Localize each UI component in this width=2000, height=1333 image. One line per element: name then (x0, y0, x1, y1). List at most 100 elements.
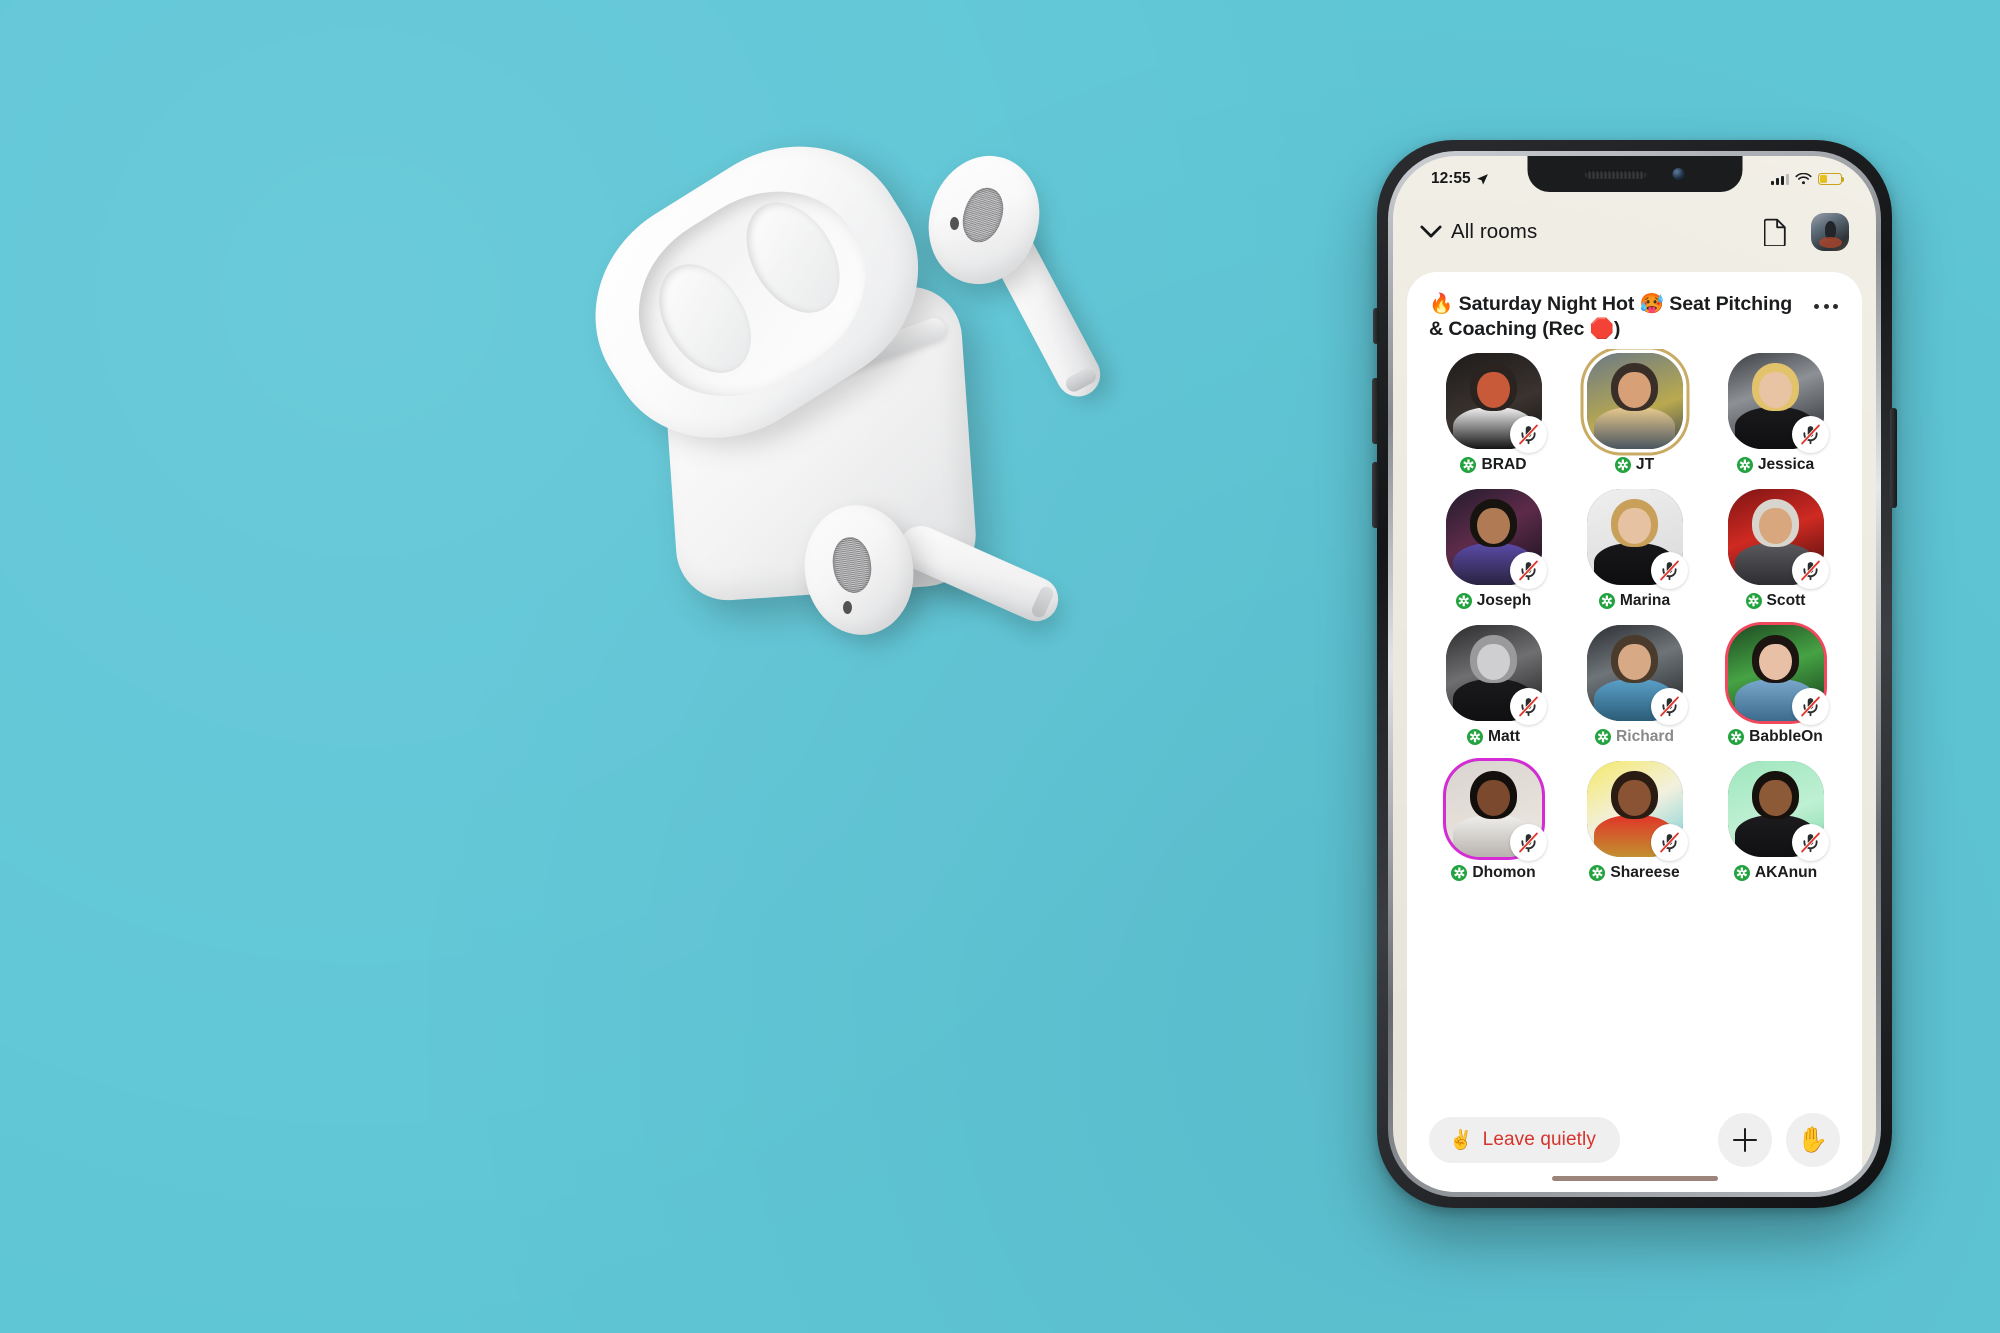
earbud-sensor-dot (950, 217, 959, 230)
mic-muted-icon (1509, 552, 1547, 590)
airpod-earbud-right (912, 141, 1180, 425)
status-bar-right (1771, 172, 1845, 186)
participant-name-row: ✲ Richard (1594, 728, 1674, 746)
iphone-device: 12:55 All rooms 🔥 Saturday Night Hot 🥵 S… (1372, 140, 1897, 1208)
earbud-stem (984, 224, 1108, 405)
status-bar-left: 12:55 (1431, 170, 1489, 188)
participant-cell[interactable]: ✲ BabbleOn (1705, 625, 1846, 746)
participant-avatar-wrap (1586, 625, 1688, 726)
raise-hand-button[interactable]: ✋ (1786, 1113, 1840, 1167)
participant-avatar-wrap (1727, 761, 1829, 862)
mic-muted-icon (1509, 824, 1547, 862)
participant-avatar-wrap (1445, 489, 1547, 590)
participant-name-row: ✲ Dhomon (1451, 864, 1536, 882)
green-star-badge-icon: ✲ (1589, 865, 1606, 882)
participant-cell[interactable]: ✲ Matt (1423, 625, 1564, 746)
participant-cell[interactable]: ✲ BRAD (1423, 353, 1564, 474)
mic-muted-icon (1650, 824, 1688, 862)
participant-name-row: ✲ Joseph (1455, 592, 1531, 610)
participant-name: Jessica (1757, 456, 1815, 474)
home-indicator[interactable] (1551, 1175, 1718, 1181)
participant-cell[interactable]: ✲ Scott (1705, 489, 1846, 610)
phone-chassis: 12:55 All rooms 🔥 Saturday Night Hot 🥵 S… (1388, 151, 1881, 1197)
earpiece-speaker (1584, 169, 1647, 179)
invite-add-button[interactable] (1718, 1113, 1772, 1167)
ellipsis-dot (1814, 304, 1819, 309)
room-card: 🔥 Saturday Night Hot 🥵 Seat Pitching & C… (1407, 272, 1862, 1192)
participant-name: AKAnun (1754, 864, 1818, 882)
participant-name-row: ✲ Marina (1598, 592, 1670, 610)
mic-muted-icon (1791, 688, 1829, 726)
mic-muted-icon (1791, 416, 1829, 454)
green-star-badge-icon: ✲ (1745, 593, 1762, 610)
participant-cell[interactable]: ✲ Shareese (1564, 761, 1705, 882)
wifi-icon (1795, 172, 1812, 184)
participant-cell[interactable]: ✲ JT (1564, 353, 1705, 474)
battery-low-power-icon (1818, 173, 1845, 185)
app-nav-bar: All rooms (1393, 196, 1876, 268)
document-icon[interactable] (1764, 218, 1787, 246)
all-rooms-back-button[interactable]: All rooms (1420, 220, 1537, 244)
green-star-badge-icon: ✲ (1455, 593, 1472, 610)
all-rooms-label: All rooms (1451, 220, 1538, 243)
participant-cell[interactable]: ✲ Richard (1564, 625, 1705, 746)
participant-cell[interactable]: ✲ Marina (1564, 489, 1705, 610)
ellipsis-dot (1833, 304, 1838, 309)
room-more-button[interactable] (1812, 298, 1840, 315)
cellular-signal-icon (1771, 173, 1789, 185)
mic-muted-icon (1650, 688, 1688, 726)
chevron-down-icon (1420, 225, 1442, 238)
status-time: 12:55 (1431, 170, 1471, 187)
participant-cell[interactable]: ✲ Dhomon (1423, 761, 1564, 882)
silent-switch[interactable] (1373, 308, 1379, 344)
mic-muted-icon (1791, 552, 1829, 590)
volume-down-button[interactable] (1372, 462, 1379, 528)
participant-name: BabbleOn (1749, 728, 1823, 746)
participant-cell[interactable]: ✲ Jessica (1705, 353, 1846, 474)
location-arrow-icon (1476, 173, 1488, 185)
participant-name: JT (1635, 456, 1655, 474)
phone-screen: 12:55 All rooms 🔥 Saturday Night Hot 🥵 S… (1393, 156, 1876, 1192)
participant-name-row: ✲ Jessica (1736, 456, 1815, 474)
participant-cell[interactable]: ✲ AKAnun (1705, 761, 1846, 882)
volume-up-button[interactable] (1372, 378, 1379, 444)
earbud-speaker-mesh (829, 534, 875, 596)
participant-avatar-wrap (1586, 489, 1688, 590)
earbud-sensor-dot (843, 601, 852, 614)
leave-quietly-label: Leave quietly (1482, 1129, 1596, 1150)
leave-quietly-button[interactable]: ✌️ Leave quietly (1429, 1117, 1620, 1163)
earbud-speaker-mesh (956, 182, 1010, 248)
participant-name: Scott (1766, 592, 1806, 610)
participant-avatar-wrap (1445, 625, 1547, 726)
case-body (658, 283, 980, 604)
participant-avatar-wrap (1586, 761, 1688, 862)
participant-avatar-wrap (1445, 761, 1547, 862)
participant-avatar-wrap (1727, 489, 1829, 590)
room-header: 🔥 Saturday Night Hot 🥵 Seat Pitching & C… (1407, 272, 1862, 349)
profile-avatar[interactable] (1811, 213, 1849, 251)
participants-scroll-area[interactable]: ✲ BRAD ✲ JT ✲ Jessica ✲ Joseph ✲ Marina ✲ Scott… (1407, 349, 1862, 1088)
mic-muted-icon (1509, 688, 1547, 726)
green-star-badge-icon: ✲ (1733, 865, 1750, 882)
green-star-badge-icon: ✲ (1466, 729, 1483, 746)
nav-actions (1764, 213, 1849, 251)
participant-avatar[interactable] (1586, 353, 1683, 450)
participant-name-row: ✲ BabbleOn (1728, 728, 1823, 746)
airpod-earbud-left (796, 495, 1066, 655)
participant-name: BRAD (1481, 456, 1527, 474)
participant-name-row: ✲ Scott (1745, 592, 1806, 610)
plus-icon (1733, 1128, 1757, 1152)
raised-hand-icon: ✋ (1797, 1125, 1829, 1154)
case-hinge (705, 314, 949, 422)
ellipsis-dot (1823, 304, 1829, 309)
mic-muted-icon (1509, 416, 1547, 454)
green-star-badge-icon: ✲ (1736, 457, 1753, 474)
green-star-badge-icon: ✲ (1598, 593, 1615, 610)
green-star-badge-icon: ✲ (1728, 729, 1745, 746)
green-star-badge-icon: ✲ (1460, 457, 1477, 474)
power-button[interactable] (1890, 408, 1897, 508)
photo-scene: 12:55 All rooms 🔥 Saturday Night Hot 🥵 S… (0, 0, 2000, 1333)
green-star-badge-icon: ✲ (1614, 457, 1631, 474)
case-lid-interior (604, 155, 900, 432)
participant-cell[interactable]: ✲ Joseph (1423, 489, 1564, 610)
